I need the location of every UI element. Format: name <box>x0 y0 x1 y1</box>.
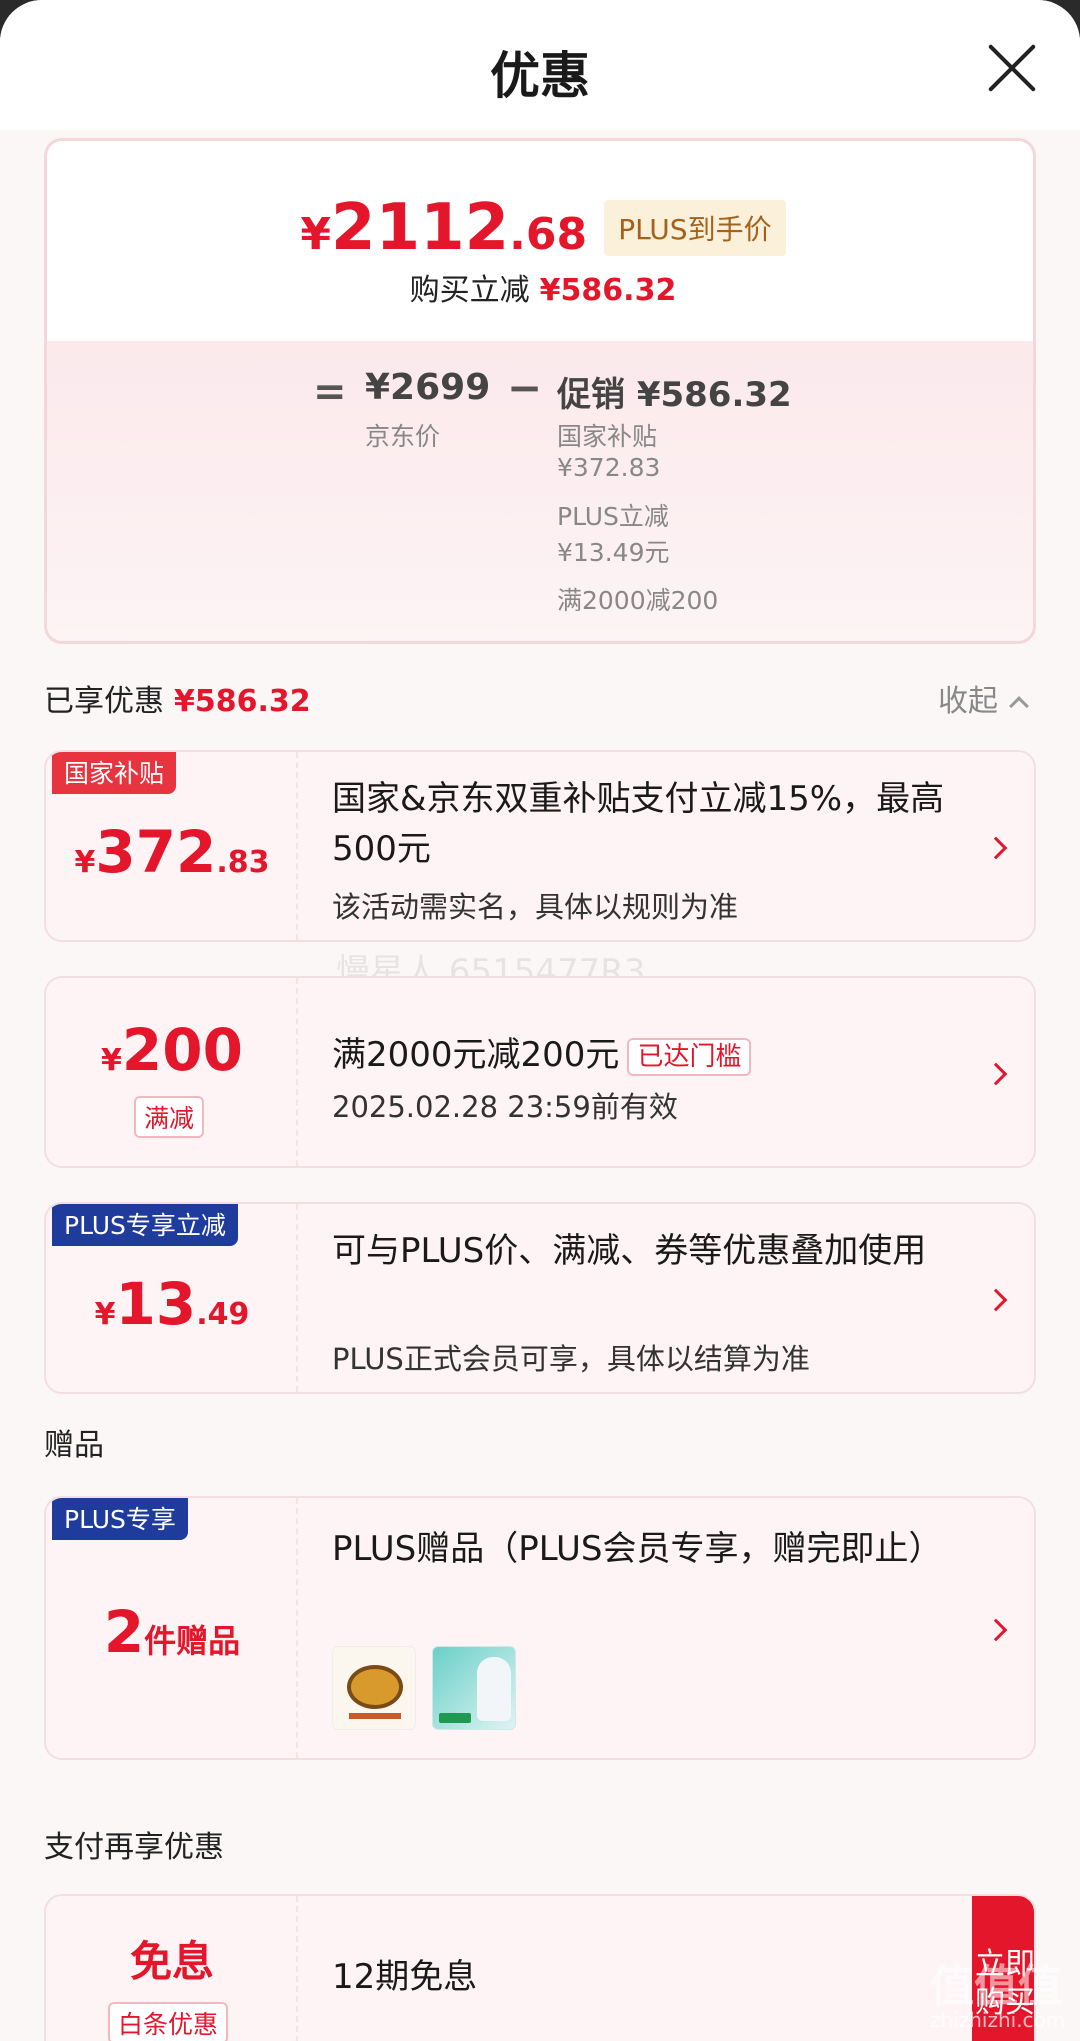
enjoyed-amount: ¥586.32 <box>174 684 311 719</box>
sheet-header: 优惠 <box>0 0 1080 130</box>
gift-title: PLUS赠品（PLUS会员专享，赠完即止） <box>332 1529 943 1569</box>
equals-sign: = <box>313 369 347 415</box>
minus-sign: − <box>507 363 543 412</box>
collapse-button[interactable]: 收起 <box>938 676 1029 720</box>
plus-exclusive-tag: PLUS专享 <box>52 1498 188 1540</box>
close-icon[interactable] <box>984 40 1040 96</box>
interest-free-label: 免息 <box>129 1937 214 1986</box>
discount-amount: ¥200 <box>101 1016 243 1084</box>
installment-title: 12期免息 <box>332 1957 478 1997</box>
discount-amount-panel: ¥200 满减 <box>46 978 298 1166</box>
subsidy-tag: 国家补贴 <box>52 752 177 794</box>
price-strip <box>439 1713 471 1723</box>
chevron-right-icon <box>984 1618 1008 1642</box>
promotion-line: 国家补贴 <box>557 422 658 451</box>
gift-count-panel: PLUS专享 2件赠品 <box>46 1498 298 1758</box>
reduction-label: 购买立减 <box>409 273 530 308</box>
final-price-row: ¥2112.68 PLUS到手价 <box>47 191 1033 265</box>
discount-sheet: 优惠 ¥2112.68 PLUS到手价 购买立减 ¥586.32 = ¥2699 … <box>0 0 1080 2041</box>
corner-watermark-site: zhizhizhi.com <box>930 2008 1066 2032</box>
gift-card[interactable]: PLUS专享 2件赠品 PLUS赠品（PLUS会员专享，赠完即止） <box>44 1496 1036 1760</box>
reduction-amount: ¥586.32 <box>539 273 677 308</box>
product-figure <box>477 1657 511 1721</box>
discount-title-text: 满2000元减200元 <box>332 1035 620 1075</box>
discount-validity: 2025.02.28 23:59前有效 <box>332 1090 678 1124</box>
gift-thumbnail[interactable] <box>432 1646 516 1730</box>
discount-title: 满2000元减200元 已达门槛 <box>332 1030 972 1080</box>
installment-card[interactable]: 免息 白条优惠 12期免息 立即购买 <box>44 1894 1036 2041</box>
medal-icon <box>347 1665 403 1709</box>
discount-subtitle: 该活动需实名，具体以规则为准 <box>332 890 739 924</box>
discount-amount: ¥372.83 <box>74 818 270 886</box>
discount-title: 国家&京东双重补贴支付立减15%，最高500元 <box>332 779 945 869</box>
purchase-reduction: 购买立减 ¥586.32 <box>47 265 1033 309</box>
jd-price: ¥2699 <box>365 367 491 408</box>
promotion-line: ¥372.83 <box>557 453 661 482</box>
threshold-met-badge: 已达门槛 <box>627 1037 752 1076</box>
collapse-label: 收起 <box>938 684 998 719</box>
promotion-total: 促销 ¥586.32 <box>557 375 792 415</box>
payment-offers-header: 支付再享优惠 <box>44 1830 224 1865</box>
chevron-right-icon <box>984 1288 1008 1312</box>
discount-title: 可与PLUS价、满减、券等优惠叠加使用 <box>332 1231 927 1271</box>
promotion-line: PLUS立减 <box>557 502 669 531</box>
discount-amount-panel: 国家补贴 ¥372.83 <box>46 752 298 940</box>
plus-reduction-tag: PLUS专享立减 <box>52 1204 238 1246</box>
discount-card-full-reduction[interactable]: ¥200 满减 满2000元减200元 已达门槛 2025.02.28 23:59… <box>44 976 1036 1168</box>
gift-thumbnail[interactable] <box>332 1646 416 1730</box>
discount-card-subsidy[interactable]: 国家补贴 ¥372.83 国家&京东双重补贴支付立减15%，最高500元 该活动… <box>44 750 1036 942</box>
sheet-title: 优惠 <box>490 47 590 105</box>
corner-watermark: 值值值 <box>930 1961 1062 2012</box>
installment-panel: 免息 白条优惠 <box>46 1896 298 2041</box>
promotion-line: 满2000减200 <box>557 586 719 615</box>
plus-price-badge: PLUS到手价 <box>604 200 786 256</box>
chevron-right-icon <box>984 836 1008 860</box>
enjoyed-label: 已享优惠 <box>44 684 164 719</box>
discount-subtitle: PLUS正式会员可享，具体以结算为准 <box>332 1342 810 1376</box>
gifts-header: 赠品 <box>44 1428 104 1463</box>
chevron-right-icon <box>984 1062 1008 1086</box>
jd-price-label: 京东价 <box>365 422 441 451</box>
promotion-line: ¥13.49元 <box>557 538 670 567</box>
label-strip <box>349 1713 401 1719</box>
discount-card-plus[interactable]: PLUS专享立减 ¥13.49 可与PLUS价、满减、券等优惠叠加使用 PLUS… <box>44 1202 1036 1394</box>
discount-amount: ¥13.49 <box>94 1270 250 1338</box>
gift-count: 2件赠品 <box>103 1598 241 1666</box>
enjoyed-discounts-header: 已享优惠 ¥586.32 <box>44 676 311 720</box>
final-price: ¥2112.68 <box>300 191 588 265</box>
baitiao-tag: 白条优惠 <box>108 2002 229 2041</box>
chevron-up-icon <box>1009 696 1029 716</box>
full-reduction-tag: 满减 <box>134 1096 205 1138</box>
price-summary-card: ¥2112.68 PLUS到手价 购买立减 ¥586.32 = ¥2699 京东价… <box>44 138 1036 644</box>
discount-amount-panel: PLUS专享立减 ¥13.49 <box>46 1204 298 1392</box>
